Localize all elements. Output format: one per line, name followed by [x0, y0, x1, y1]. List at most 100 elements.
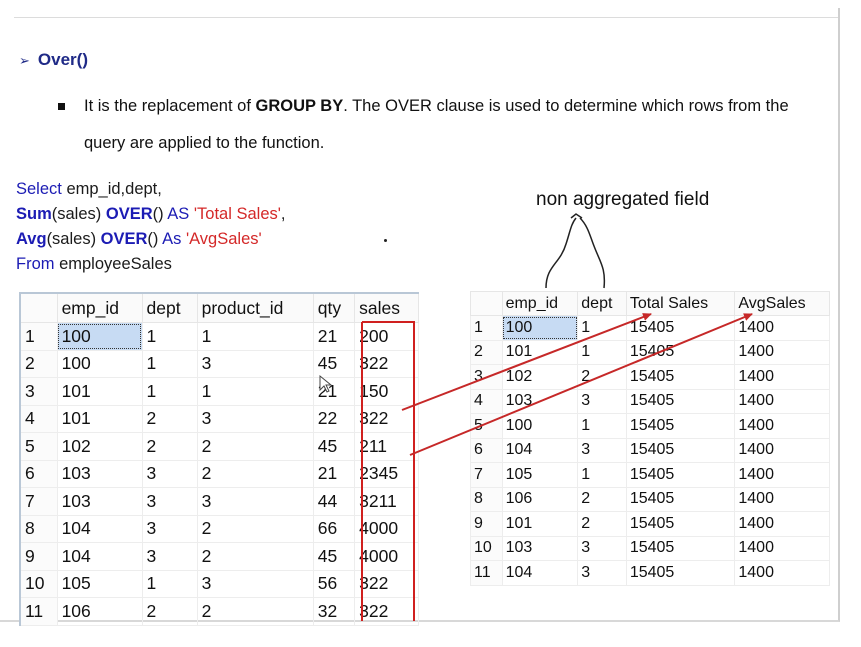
- right-cell[interactable]: 15405: [625, 462, 736, 488]
- left-cell[interactable]: 2: [196, 432, 314, 461]
- left-cell[interactable]: 22: [312, 404, 356, 433]
- left-cell[interactable]: 104: [56, 514, 143, 543]
- right-cell[interactable]: 1400: [734, 388, 830, 414]
- right-row-number[interactable]: 6: [470, 437, 503, 463]
- right-cell[interactable]: 15405: [625, 413, 736, 439]
- left-table-row[interactable]: 3 101 1 1 21 150: [19, 377, 419, 406]
- left-cell[interactable]: 101: [56, 404, 143, 433]
- left-cell[interactable]: 1: [141, 349, 198, 378]
- right-cell[interactable]: 104: [501, 560, 579, 586]
- right-cell[interactable]: 3: [577, 437, 627, 463]
- right-table-row[interactable]: 10 103 3 15405 1400: [470, 535, 830, 561]
- right-row-number[interactable]: 8: [470, 486, 503, 512]
- left-cell[interactable]: 322: [354, 404, 419, 433]
- left-cell[interactable]: 1: [141, 322, 198, 351]
- left-cell[interactable]: 2: [196, 542, 314, 571]
- right-column-header[interactable]: emp_id: [501, 291, 579, 316]
- left-cell[interactable]: 21: [312, 322, 356, 351]
- left-row-number[interactable]: 4: [19, 404, 58, 433]
- left-cell[interactable]: 2: [141, 432, 198, 461]
- left-table-row[interactable]: 10 105 1 3 56 322: [19, 569, 419, 598]
- right-cell[interactable]: 106: [501, 486, 579, 512]
- left-cell[interactable]: 322: [354, 597, 419, 626]
- right-cell[interactable]: 105: [501, 462, 579, 488]
- right-table-row[interactable]: 7 105 1 15405 1400: [470, 462, 830, 488]
- left-cell[interactable]: 3: [141, 487, 198, 516]
- left-table-row[interactable]: 7 103 3 3 44 3211: [19, 487, 419, 516]
- right-row-number[interactable]: 11: [470, 560, 503, 586]
- left-cell[interactable]: 2345: [354, 459, 419, 488]
- left-cell[interactable]: 56: [312, 569, 356, 598]
- right-row-number[interactable]: 3: [470, 364, 503, 390]
- left-cell[interactable]: 322: [354, 569, 419, 598]
- right-cell[interactable]: 100: [501, 413, 579, 439]
- left-row-number[interactable]: 6: [19, 459, 58, 488]
- left-table-row[interactable]: 11 106 2 2 32 322: [19, 597, 419, 626]
- right-row-number[interactable]: 1: [470, 315, 503, 341]
- right-table-row[interactable]: 11 104 3 15405 1400: [470, 560, 830, 586]
- right-cell[interactable]: 102: [501, 364, 579, 390]
- right-cell[interactable]: 101: [501, 339, 579, 365]
- left-cell[interactable]: 104: [56, 542, 143, 571]
- right-cell[interactable]: 2: [577, 511, 627, 537]
- right-cell[interactable]: 104: [501, 437, 579, 463]
- left-cell[interactable]: 3: [196, 487, 314, 516]
- left-column-header[interactable]: dept: [141, 292, 198, 323]
- left-cell[interactable]: 4000: [354, 542, 419, 571]
- right-column-header[interactable]: Total Sales: [625, 291, 736, 316]
- right-cell[interactable]: 103: [501, 535, 579, 561]
- right-row-number[interactable]: 7: [470, 462, 503, 488]
- right-cell[interactable]: 1400: [734, 560, 830, 586]
- right-row-number[interactable]: 9: [470, 511, 503, 537]
- left-row-number[interactable]: 11: [19, 597, 58, 626]
- left-row-number[interactable]: 5: [19, 432, 58, 461]
- left-cell[interactable]: 101: [56, 377, 143, 406]
- left-cell[interactable]: 150: [354, 377, 419, 406]
- right-cell[interactable]: 100: [501, 315, 579, 341]
- left-row-number[interactable]: 8: [19, 514, 58, 543]
- right-cell[interactable]: 15405: [625, 560, 736, 586]
- left-cell[interactable]: 3: [196, 349, 314, 378]
- right-table-row[interactable]: 4 103 3 15405 1400: [470, 388, 830, 414]
- left-row-number[interactable]: 3: [19, 377, 58, 406]
- left-cell[interactable]: 3: [141, 514, 198, 543]
- left-row-number[interactable]: 9: [19, 542, 58, 571]
- right-table-row[interactable]: 8 106 2 15405 1400: [470, 486, 830, 512]
- left-cell[interactable]: 2: [141, 597, 198, 626]
- left-table-row[interactable]: 2 100 1 3 45 322: [19, 349, 419, 378]
- left-cell[interactable]: 4000: [354, 514, 419, 543]
- right-corner-header[interactable]: [470, 291, 503, 316]
- left-column-header[interactable]: sales: [354, 292, 419, 323]
- left-row-number[interactable]: 7: [19, 487, 58, 516]
- left-cell[interactable]: 322: [354, 349, 419, 378]
- left-cell[interactable]: 3: [141, 542, 198, 571]
- left-cell[interactable]: 211: [354, 432, 419, 461]
- left-cell[interactable]: 21: [312, 459, 356, 488]
- left-cell[interactable]: 32: [312, 597, 356, 626]
- left-cell[interactable]: 2: [141, 404, 198, 433]
- left-corner-header[interactable]: [19, 292, 58, 323]
- right-cell[interactable]: 1400: [734, 413, 830, 439]
- left-cell[interactable]: 3: [141, 459, 198, 488]
- left-cell[interactable]: 66: [312, 514, 356, 543]
- left-table-row[interactable]: 4 101 2 3 22 322: [19, 404, 419, 433]
- left-table-row[interactable]: 6 103 3 2 21 2345: [19, 459, 419, 488]
- right-cell[interactable]: 1: [577, 339, 627, 365]
- left-cell[interactable]: 100: [56, 349, 143, 378]
- right-row-number[interactable]: 5: [470, 413, 503, 439]
- right-cell[interactable]: 3: [577, 560, 627, 586]
- left-table-row[interactable]: 1 100 1 1 21 200: [19, 322, 419, 351]
- left-cell[interactable]: 21: [312, 377, 356, 406]
- left-cell[interactable]: 1: [196, 322, 314, 351]
- right-cell[interactable]: 15405: [625, 511, 736, 537]
- left-cell[interactable]: 3: [196, 404, 314, 433]
- right-cell[interactable]: 3: [577, 388, 627, 414]
- right-row-number[interactable]: 10: [470, 535, 503, 561]
- right-cell[interactable]: 2: [577, 364, 627, 390]
- right-cell[interactable]: 3: [577, 535, 627, 561]
- right-cell[interactable]: 103: [501, 388, 579, 414]
- right-cell[interactable]: 1: [577, 462, 627, 488]
- left-column-header[interactable]: qty: [312, 292, 356, 323]
- right-cell[interactable]: 1400: [734, 437, 830, 463]
- right-cell[interactable]: 1400: [734, 511, 830, 537]
